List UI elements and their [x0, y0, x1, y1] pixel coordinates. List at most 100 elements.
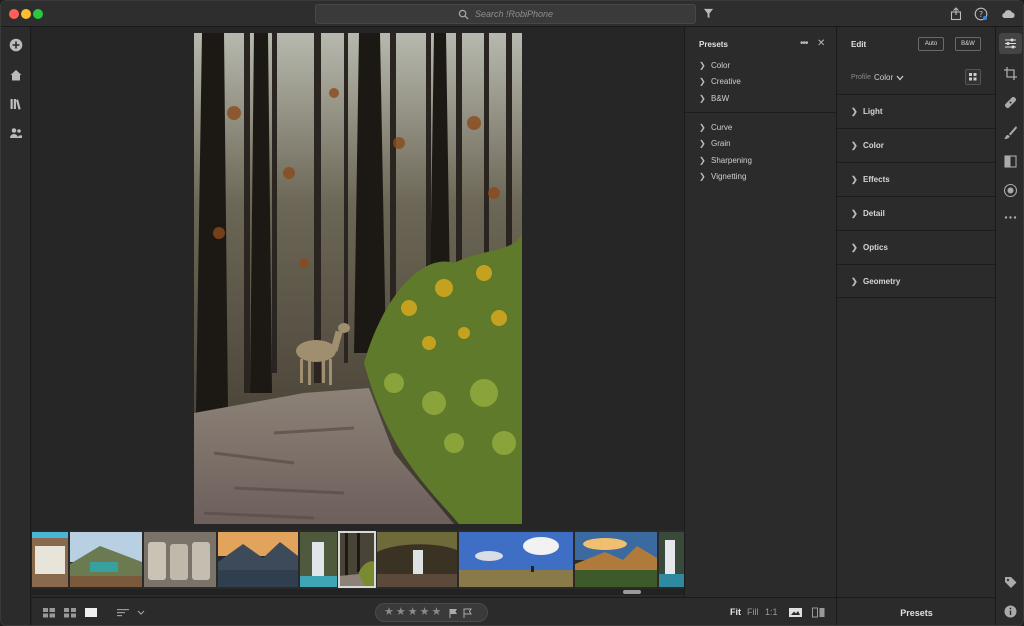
auto-button[interactable]: Auto: [918, 37, 944, 51]
falls-edge-thumb-image: [659, 532, 684, 587]
library-icon[interactable]: [9, 97, 23, 111]
bottom-toolbar: ★ ★ ★ ★ ★ Fit Fill 1:1: [32, 597, 836, 625]
linear-gradient-icon[interactable]: [1003, 154, 1018, 169]
presets-panel: Presets ••• ✕ ❯ Color ❯ Creative ❯ B&W ❯ Cur…: [684, 27, 837, 597]
filmstrip-thumbnail[interactable]: [144, 532, 216, 587]
close-icon[interactable]: ✕: [817, 38, 825, 49]
right-rail: [995, 27, 1023, 625]
zoom-window-button[interactable]: [33, 9, 43, 19]
flag-pick-icon[interactable]: [449, 608, 458, 618]
healing-brush-icon[interactable]: [1003, 95, 1018, 110]
main-photo[interactable]: [194, 33, 522, 524]
edit-sliders-icon[interactable]: [1003, 36, 1018, 51]
edit-section-color[interactable]: ❯ Color: [837, 128, 996, 162]
add-photos-icon[interactable]: [9, 38, 23, 52]
info-icon[interactable]: [1003, 604, 1018, 619]
bw-button[interactable]: B&W: [955, 37, 981, 51]
square-grid-icon[interactable]: [64, 607, 76, 618]
chevron-down-icon[interactable]: [137, 607, 145, 618]
presets-toggle-button[interactable]: Presets: [837, 597, 996, 625]
presets-divider: [685, 112, 837, 113]
keywords-tag-icon[interactable]: [1003, 575, 1018, 590]
profile-label: Profile: [851, 74, 871, 81]
rating-star[interactable]: ★: [408, 607, 418, 618]
lightroom-window: Search !RobiPhone ? ★ ★ ★ ★ ★ Fit Fill 1…: [0, 0, 1024, 626]
edit-section-effects[interactable]: ❯ Effects: [837, 162, 996, 196]
filmstrip-thumbnail[interactable]: [300, 532, 337, 587]
filmstrip-thumbnail[interactable]: [32, 532, 68, 587]
crop-icon[interactable]: [1003, 66, 1018, 81]
zoom-fit-option[interactable]: Fit: [730, 607, 741, 617]
filter-icon[interactable]: [703, 8, 714, 19]
filmstrip-thumbnail[interactable]: [218, 532, 298, 587]
filmstrip: [32, 530, 684, 597]
close-window-button[interactable]: [9, 9, 19, 19]
home-icon[interactable]: [9, 68, 23, 82]
profile-value: Color: [874, 73, 894, 82]
chevron-right-icon: ❯: [699, 77, 706, 86]
chevron-right-icon: ❯: [851, 209, 858, 218]
search-placeholder: Search !RobiPhone: [474, 9, 554, 19]
rating-star[interactable]: ★: [384, 607, 394, 618]
forest-deer-thumb-image: [339, 532, 375, 587]
share-icon[interactable]: [949, 7, 963, 21]
chevron-right-icon: ❯: [851, 276, 858, 286]
profile-browser-button[interactable]: [965, 69, 981, 85]
filmstrip-scroll-thumb[interactable]: [623, 590, 641, 594]
cascade-thumb-image: [377, 532, 457, 587]
sacks-thumb-image: [144, 532, 216, 587]
brush-icon[interactable]: [1003, 125, 1018, 140]
compare-view-icon[interactable]: [812, 607, 825, 618]
rating-star[interactable]: ★: [420, 607, 430, 618]
mountain-sign-thumb-image: [70, 532, 142, 587]
filmstrip-thumbnail[interactable]: [70, 532, 142, 587]
edit-panel: Edit Auto B&W Profile Color ❯ Light ❯ Colo…: [836, 27, 996, 625]
chevron-right-icon: ❯: [699, 156, 706, 165]
people-icon[interactable]: [9, 126, 23, 140]
filmstrip-thumbnail[interactable]: [459, 532, 573, 587]
alpine-sunset-thumb-image: [575, 532, 657, 587]
detail-view-icon[interactable]: [85, 607, 97, 618]
edit-section-detail[interactable]: ❯ Detail: [837, 196, 996, 230]
sort-icon[interactable]: [117, 607, 129, 618]
zoom-fill-option[interactable]: Fill: [747, 607, 759, 617]
edit-section-optics[interactable]: ❯ Optics: [837, 230, 996, 264]
minimize-window-button[interactable]: [21, 9, 31, 19]
cloud-sync-icon[interactable]: [1000, 7, 1016, 21]
filmstrip-thumbnail[interactable]: [377, 532, 457, 587]
filmstrip-toggle-icon[interactable]: [789, 607, 802, 618]
section-label: Optics: [863, 243, 888, 252]
preset-group-label: B&W: [711, 94, 730, 103]
photo-grid-icon[interactable]: [43, 607, 55, 618]
preset-group-bw[interactable]: ❯ B&W: [699, 94, 729, 103]
rating-star[interactable]: ★: [432, 607, 442, 618]
zoom-one-to-one-option[interactable]: 1:1: [765, 607, 778, 617]
filmstrip-scrollbar[interactable]: [32, 589, 684, 595]
help-icon[interactable]: ?: [974, 7, 988, 21]
flag-reject-icon[interactable]: [463, 608, 473, 618]
preset-group-color[interactable]: ❯ Color: [699, 61, 730, 70]
profile-browser-icon: [969, 73, 977, 81]
preset-group-label: Curve: [711, 123, 733, 132]
preset-group-sharpening[interactable]: ❯ Sharpening: [699, 156, 752, 165]
edit-section-geometry[interactable]: ❯ Geometry: [837, 264, 996, 298]
chevron-down-icon: [896, 75, 904, 80]
preset-group-grain[interactable]: ❯ Grain: [699, 139, 731, 148]
filmstrip-thumbnail[interactable]: [575, 532, 657, 587]
chevron-right-icon: ❯: [699, 123, 706, 132]
radial-gradient-icon[interactable]: [1003, 183, 1018, 198]
filmstrip-thumbnail-selected[interactable]: [338, 531, 376, 588]
edit-section-light[interactable]: ❯ Light: [837, 94, 996, 128]
more-options-icon[interactable]: •••: [800, 38, 808, 49]
preset-group-vignetting[interactable]: ❯ Vignetting: [699, 172, 746, 181]
rating-star[interactable]: ★: [396, 607, 406, 618]
profile-dropdown[interactable]: Color: [874, 73, 904, 82]
preset-group-creative[interactable]: ❯ Creative: [699, 77, 741, 86]
preset-group-label: Sharpening: [711, 156, 752, 165]
filmstrip-thumbnail[interactable]: [659, 532, 684, 587]
chevron-right-icon: ❯: [699, 139, 706, 148]
preset-group-curve[interactable]: ❯ Curve: [699, 123, 732, 132]
more-tools-icon[interactable]: [1003, 210, 1018, 225]
search-input[interactable]: Search !RobiPhone: [315, 4, 696, 24]
chevron-right-icon: ❯: [851, 141, 858, 150]
